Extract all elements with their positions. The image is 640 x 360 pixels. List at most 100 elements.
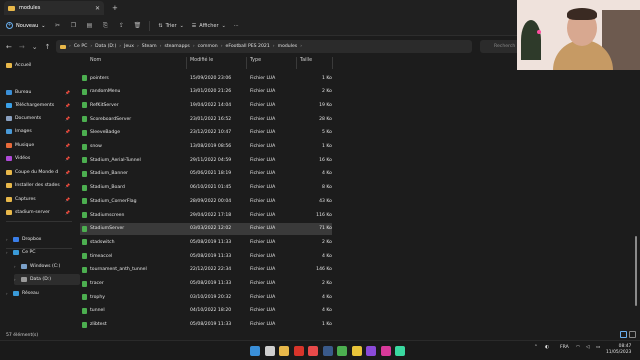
cut-icon[interactable]: ✂	[53, 22, 61, 30]
chevron-up-icon[interactable]: ⌃	[534, 345, 538, 350]
chevron-right-icon[interactable]: ›	[137, 44, 139, 49]
wifi-icon[interactable]: ◠	[576, 345, 580, 350]
search-icon[interactable]	[264, 346, 275, 356]
sidebar-item[interactable]: Accueil	[6, 60, 72, 71]
chevron-right-icon[interactable]: ›	[14, 264, 18, 269]
sidebar-item[interactable]: Téléchargements 📌	[6, 100, 72, 111]
details-view-icon[interactable]	[620, 331, 627, 338]
sidebar-item[interactable]: › Dropbox	[6, 234, 72, 245]
chevron-right-icon[interactable]: ›	[6, 250, 10, 255]
breadcrumb-segment[interactable]: eFootball PES 2021	[226, 44, 270, 49]
sort-button[interactable]: ⇅ Trier ⌄	[158, 23, 183, 29]
column-divider[interactable]	[246, 57, 247, 69]
chevron-right-icon[interactable]: ›	[69, 44, 71, 49]
windows-start-icon[interactable]	[250, 346, 260, 356]
file-row[interactable]: Stadiumscreen 29/04/2022 17:18 Fichier LUA…	[80, 209, 332, 221]
column-header-modified[interactable]: Modifié le	[190, 58, 213, 68]
search-input[interactable]: Recherch	[480, 40, 520, 53]
file-row[interactable]: ScoreboardServer 23/01/2022 16:52 Fichier …	[80, 113, 332, 125]
new-tab-button[interactable]: +	[112, 4, 118, 12]
sidebar-item[interactable]: › Réseau	[6, 288, 72, 299]
file-row[interactable]: stadswitch 05/08/2019 11:33 Fichier LUA 2 K…	[80, 236, 332, 248]
file-row[interactable]: pointers 15/09/2020 23:06 Fichier LUA 1 Ko	[80, 72, 332, 84]
chevron-right-icon[interactable]: ›	[14, 277, 18, 282]
sidebar-item[interactable]: › Data (D:)	[14, 274, 80, 285]
sidebar-item[interactable]: › Ce PC	[6, 247, 72, 258]
chevron-right-icon[interactable]: ›	[273, 44, 275, 49]
delete-icon[interactable]: 🗑	[133, 22, 142, 30]
clock[interactable]: 08:47 11/05/2023	[606, 344, 631, 356]
file-row[interactable]: tunnel 04/10/2022 18:20 Fichier LUA 4 Ko	[80, 305, 332, 317]
battery-icon[interactable]: ▭	[596, 345, 600, 350]
chevron-right-icon[interactable]: ›	[90, 44, 92, 49]
tab-modules[interactable]: modules ✕	[4, 1, 104, 15]
sidebar-item[interactable]: › Windows (C:)	[14, 261, 80, 272]
file-row[interactable]: Stadium_CornerFlag 28/09/2022 00:04 Fichie…	[80, 195, 332, 207]
file-row[interactable]: randomMenu 13/01/2020 21:26 Fichier LUA 2 K…	[80, 86, 332, 98]
chevron-right-icon[interactable]: ›	[221, 44, 223, 49]
sidebar-item[interactable]: stadium-server 📌	[6, 207, 72, 218]
breadcrumb-segment[interactable]: modules	[278, 44, 298, 49]
back-icon[interactable]: ←	[6, 43, 12, 51]
sidebar-item[interactable]: Coupe du Monde d 📌	[6, 167, 72, 178]
chrome-icon[interactable]	[351, 346, 362, 356]
column-divider[interactable]	[332, 57, 333, 69]
chevron-right-icon[interactable]: ›	[160, 44, 162, 49]
copy-icon[interactable]: ❐	[69, 22, 77, 30]
breadcrumb-segment[interactable]: Steam	[142, 44, 157, 49]
more-options-button[interactable]: ···	[234, 23, 239, 29]
file-row[interactable]: tournament_anth_tunnel 22/12/2022 22:34 Fi…	[80, 264, 332, 276]
rename-icon[interactable]: ⎘	[101, 22, 109, 30]
column-divider[interactable]	[296, 57, 297, 69]
sidebar-item[interactable]: Documents 📌	[6, 113, 72, 124]
vertical-scrollbar[interactable]	[635, 236, 637, 306]
column-header-size[interactable]: Taille	[300, 58, 312, 68]
chevron-right-icon[interactable]: ›	[119, 44, 121, 49]
file-explorer-icon[interactable]	[279, 346, 289, 356]
view-button[interactable]: ☰ Afficher ⌄	[192, 23, 226, 29]
chevron-right-icon[interactable]: ›	[6, 291, 10, 296]
file-row[interactable]: trophy 03/10/2019 20:32 Fichier LUA 4 Ko	[80, 291, 332, 303]
xbox-icon[interactable]	[337, 346, 347, 356]
sidebar-item[interactable]: Bureau 📌	[6, 87, 72, 98]
file-row[interactable]: Stadium_Board 06/10/2021 01:45 Fichier LUA…	[80, 182, 332, 194]
terminal-app-icon[interactable]	[395, 346, 405, 356]
new-button[interactable]: + Nouveau ⌄	[6, 22, 45, 29]
opera-icon[interactable]	[308, 346, 318, 356]
file-row[interactable]: snow 13/08/2019 08:56 Fichier LUA 1 Ko	[80, 141, 332, 153]
breadcrumb-segment[interactable]: common	[198, 44, 218, 49]
game-app-icon[interactable]	[293, 346, 304, 356]
tiles-view-icon[interactable]	[629, 331, 636, 338]
breadcrumb-segment[interactable]: Ce PC	[74, 44, 87, 49]
app-tray-icon[interactable]: ◐	[545, 345, 549, 350]
volume-icon[interactable]: ◁	[586, 345, 590, 350]
share-icon[interactable]: ⇪	[117, 22, 125, 30]
sidebar-item[interactable]: Installer des stades 📌	[6, 180, 72, 191]
file-row[interactable]: RefKitServer 19/04/2022 14:04 Fichier LUA 1…	[80, 99, 332, 111]
breadcrumb-segment[interactable]: Data (D:)	[95, 44, 116, 49]
sidebar-item[interactable]: Vidéos 📌	[6, 153, 72, 164]
file-row[interactable]: Stadium_Banner 05/06/2021 18:19 Fichier LU…	[80, 168, 332, 180]
chevron-right-icon[interactable]: ›	[6, 237, 10, 242]
close-tab-icon[interactable]: ✕	[95, 5, 100, 12]
forward-icon[interactable]: →	[19, 43, 25, 51]
file-row[interactable]: tracer 05/08/2019 11:33 Fichier LUA 2 Ko	[80, 278, 332, 290]
breadcrumb-segment[interactable]: Jeux	[124, 44, 134, 49]
chevron-right-icon[interactable]: ›	[300, 44, 302, 49]
up-icon[interactable]: ↑	[45, 43, 51, 51]
paste-icon[interactable]: ▤	[85, 22, 93, 30]
column-divider[interactable]	[186, 57, 187, 69]
column-header-name[interactable]: Nom	[90, 58, 101, 68]
file-row[interactable]: Stadium_Aerial-Tunnel 29/11/2022 04:59 Fic…	[80, 154, 332, 166]
media-app-icon[interactable]	[380, 346, 391, 356]
breadcrumb[interactable]: › Ce PC › Data (D:) › Jeux › Steam › steamapps › co…	[56, 40, 472, 53]
sidebar-item[interactable]: Captures 📌	[6, 194, 72, 205]
file-row[interactable]: zlibtest 05/08/2019 11:33 Fichier LUA 1 Ko	[80, 319, 332, 331]
file-row[interactable]: SleeveBadge 23/12/2022 10:47 Fichier LUA 5 …	[80, 127, 332, 139]
steam-icon[interactable]	[322, 346, 333, 356]
sidebar-item[interactable]: Images 📌	[6, 126, 72, 137]
purple-app-icon[interactable]	[366, 346, 376, 356]
recent-locations-icon[interactable]: ⌄	[32, 43, 38, 51]
chevron-right-icon[interactable]: ›	[193, 44, 195, 49]
sidebar-item[interactable]: Musique 📌	[6, 140, 72, 151]
